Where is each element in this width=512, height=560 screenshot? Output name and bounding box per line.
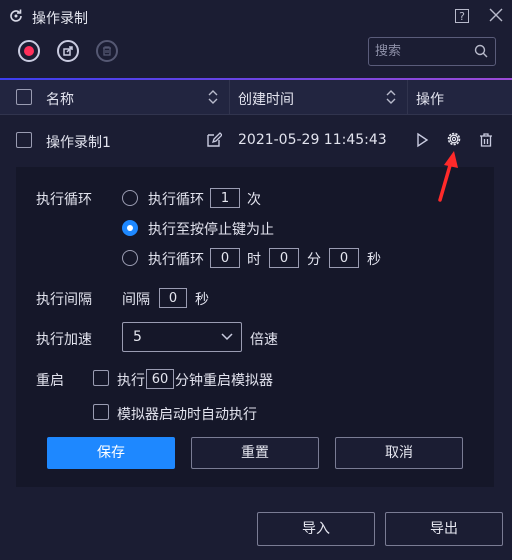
speed-unit: 倍速 [250, 332, 278, 348]
loop-duration-radio[interactable] [122, 250, 138, 266]
export-button[interactable]: 导出 [385, 512, 503, 546]
sort-icon[interactable] [385, 88, 397, 106]
loop-minutes-input[interactable] [269, 248, 299, 268]
loop-count-radio[interactable] [122, 190, 138, 206]
speed-label: 执行加速 [36, 332, 92, 348]
interval-unit: 秒 [195, 292, 209, 308]
header-name: 名称 [46, 92, 74, 108]
restart-suffix: 分钟重启模拟器 [175, 373, 273, 389]
minutes-unit: 分 [307, 252, 321, 268]
save-button[interactable]: 保存 [47, 437, 175, 469]
gear-icon[interactable] [446, 131, 462, 147]
auto-run-checkbox[interactable] [93, 404, 109, 420]
record-button[interactable] [18, 40, 40, 62]
search-box[interactable] [368, 37, 496, 66]
hours-unit: 时 [247, 252, 261, 268]
select-all-checkbox[interactable] [16, 89, 32, 105]
trash-icon[interactable] [478, 132, 494, 148]
chevron-down-icon [221, 333, 233, 341]
loop-count-prefix: 执行循环 [148, 192, 204, 208]
interval-label: 执行间隔 [36, 292, 92, 308]
row-checkbox[interactable] [16, 132, 32, 148]
loop-seconds-input[interactable] [329, 248, 359, 268]
sort-icon[interactable] [207, 88, 219, 106]
record-created-time: 2021-05-29 11:45:43 [238, 132, 387, 148]
export-record-button[interactable] [57, 40, 79, 62]
loop-label: 执行循环 [36, 192, 92, 208]
loop-hours-input[interactable] [210, 248, 240, 268]
search-icon[interactable] [474, 44, 488, 58]
restart-prefix: 执行 [117, 373, 145, 389]
loop-count-unit: 次 [247, 192, 261, 208]
window-title: 操作录制 [32, 11, 88, 27]
header-actions: 操作 [416, 92, 444, 108]
restart-interval-checkbox[interactable] [93, 370, 109, 386]
restart-label: 重启 [36, 373, 64, 389]
help-button[interactable]: ? [455, 9, 469, 23]
interval-prefix: 间隔 [122, 292, 150, 308]
loop-count-input[interactable] [210, 188, 240, 208]
delete-record-button[interactable] [96, 40, 118, 62]
auto-run-label: 模拟器启动时自动执行 [117, 407, 257, 423]
loop-until-stop-label: 执行至按停止键为止 [148, 222, 274, 238]
column-divider [407, 80, 408, 115]
cancel-button[interactable]: 取消 [335, 437, 463, 469]
annotation-arrow-icon [438, 151, 458, 202]
restart-minutes-input[interactable] [146, 369, 174, 389]
seconds-unit: 秒 [367, 252, 381, 268]
search-input[interactable] [375, 38, 471, 65]
interval-input[interactable] [159, 288, 187, 308]
refresh-icon [10, 9, 22, 22]
play-icon[interactable] [414, 132, 430, 148]
reset-button[interactable]: 重置 [191, 437, 319, 469]
speed-value: 5 [133, 329, 142, 345]
loop-until-stop-radio[interactable] [122, 220, 138, 236]
close-icon[interactable] [489, 8, 503, 22]
header-created: 创建时间 [238, 92, 294, 108]
record-name: 操作录制1 [46, 135, 111, 151]
loop-duration-prefix: 执行循环 [148, 252, 204, 268]
speed-select[interactable]: 5 [122, 322, 242, 352]
import-button[interactable]: 导入 [257, 512, 375, 546]
edit-icon[interactable] [206, 132, 222, 148]
trash-icon [103, 46, 111, 56]
export-icon [63, 46, 73, 56]
column-divider [229, 80, 230, 115]
